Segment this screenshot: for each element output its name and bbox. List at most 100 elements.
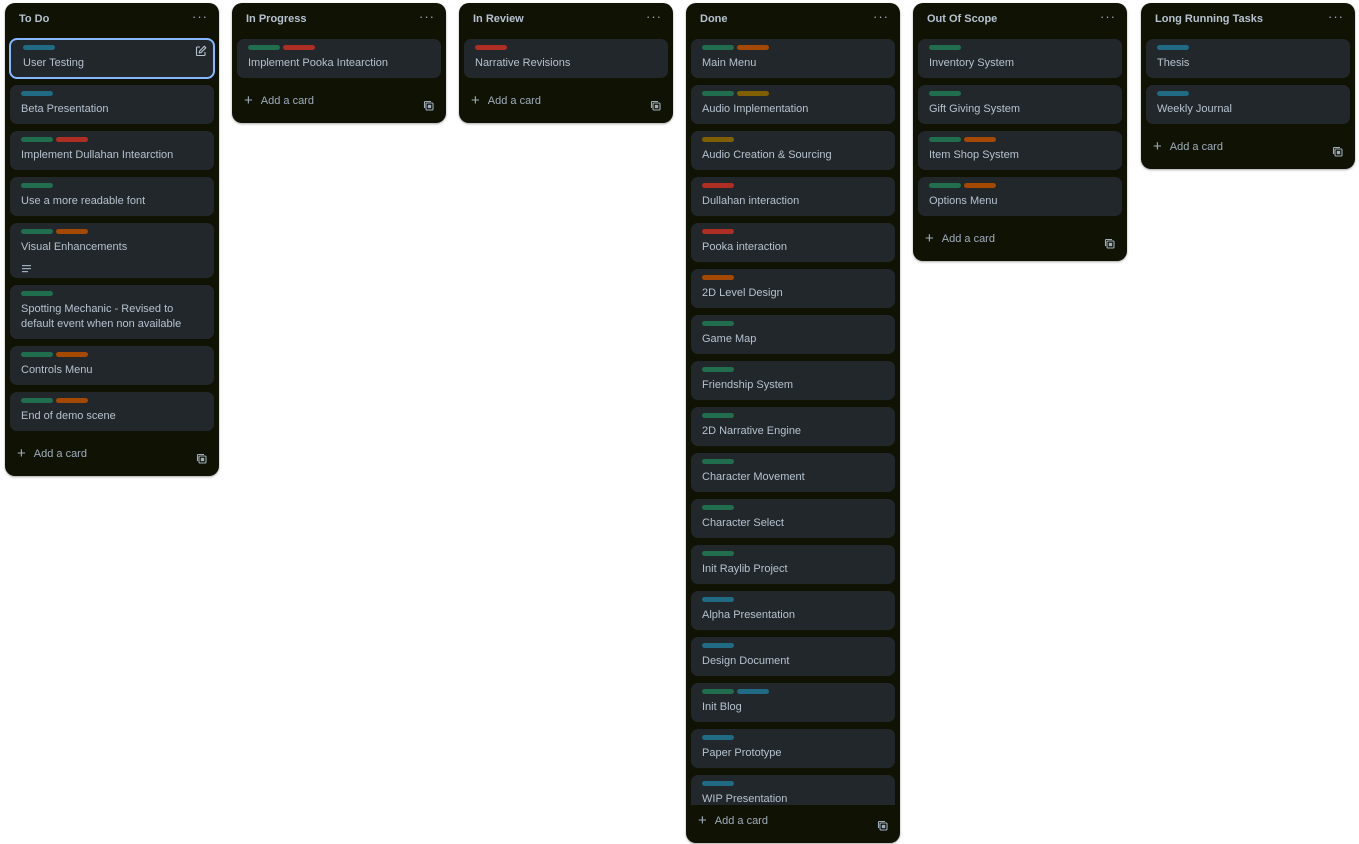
card-implement-pooka-intearction[interactable]: Implement Pooka Intearction [237, 39, 441, 78]
card-beta-presentation[interactable]: Beta Presentation [10, 85, 214, 124]
label-green[interactable] [702, 689, 734, 694]
card-2d-narrative-engine[interactable]: 2D Narrative Engine [691, 407, 895, 446]
edit-icon[interactable] [195, 44, 207, 57]
card-use-a-more-readable-font[interactable]: Use a more readable font [10, 177, 214, 216]
card-main-menu[interactable]: Main Menu [691, 39, 895, 78]
card-controls-menu[interactable]: Controls Menu [10, 346, 214, 385]
card-visual-enhancements[interactable]: Visual Enhancements [10, 223, 214, 278]
card-alpha-presentation[interactable]: Alpha Presentation [691, 591, 895, 630]
card-audio-implementation[interactable]: Audio Implementation [691, 85, 895, 124]
card-thesis[interactable]: Thesis [1146, 39, 1350, 78]
create-from-template-icon[interactable] [877, 818, 888, 831]
label-orange[interactable] [56, 398, 88, 403]
label-green[interactable] [929, 91, 961, 96]
label-red[interactable] [475, 45, 507, 50]
add-card-button[interactable]: + Add a card [244, 93, 314, 108]
card-friendship-system[interactable]: Friendship System [691, 361, 895, 400]
label-blue[interactable] [702, 735, 734, 740]
label-blue[interactable] [23, 45, 55, 50]
label-green[interactable] [702, 413, 734, 418]
card-wip-presentation[interactable]: WIP Presentation [691, 775, 895, 805]
label-green[interactable] [21, 291, 53, 296]
card-init-blog[interactable]: Init Blog [691, 683, 895, 722]
create-from-template-icon[interactable] [423, 98, 434, 111]
add-card-button[interactable]: + Add a card [925, 231, 995, 246]
list-menu-icon[interactable]: ··· [1328, 8, 1344, 26]
label-green[interactable] [702, 91, 734, 96]
list-title[interactable]: In Review [473, 13, 524, 25]
label-red[interactable] [56, 137, 88, 142]
add-card-button[interactable]: + Add a card [1153, 139, 1223, 154]
label-green[interactable] [929, 45, 961, 50]
list-menu-icon[interactable]: ··· [419, 8, 435, 26]
card-spotting-mechanic-revised-to-default-event-when-non-available[interactable]: Spotting Mechanic - Revised to default e… [10, 285, 214, 339]
card-options-menu[interactable]: Options Menu [918, 177, 1122, 216]
add-card-button[interactable]: + Add a card [17, 446, 87, 461]
label-green[interactable] [21, 352, 53, 357]
label-green[interactable] [248, 45, 280, 50]
label-green[interactable] [702, 367, 734, 372]
label-blue[interactable] [1157, 45, 1189, 50]
label-blue[interactable] [702, 781, 734, 786]
create-from-template-icon[interactable] [196, 451, 207, 464]
label-green[interactable] [702, 45, 734, 50]
label-green[interactable] [21, 183, 53, 188]
label-green[interactable] [21, 137, 53, 142]
list-menu-icon[interactable]: ··· [1100, 8, 1116, 26]
card-dullahan-interaction[interactable]: Dullahan interaction [691, 177, 895, 216]
label-yellow[interactable] [702, 137, 734, 142]
list-title[interactable]: In Progress [246, 13, 307, 25]
list-title[interactable]: Long Running Tasks [1155, 13, 1263, 25]
add-card-button[interactable]: + Add a card [471, 93, 541, 108]
label-blue[interactable] [1157, 91, 1189, 96]
card-audio-creation-sourcing[interactable]: Audio Creation & Sourcing [691, 131, 895, 170]
card-2d-level-design[interactable]: 2D Level Design [691, 269, 895, 308]
label-red[interactable] [283, 45, 315, 50]
list-menu-icon[interactable]: ··· [873, 8, 889, 26]
add-card-button[interactable]: + Add a card [698, 813, 768, 828]
card-weekly-journal[interactable]: Weekly Journal [1146, 85, 1350, 124]
label-green[interactable] [929, 183, 961, 188]
label-orange[interactable] [56, 352, 88, 357]
label-green[interactable] [702, 321, 734, 326]
label-green[interactable] [702, 551, 734, 556]
label-red[interactable] [702, 229, 734, 234]
label-red[interactable] [702, 183, 734, 188]
card-design-document[interactable]: Design Document [691, 637, 895, 676]
card-item-shop-system[interactable]: Item Shop System [918, 131, 1122, 170]
card-init-raylib-project[interactable]: Init Raylib Project [691, 545, 895, 584]
label-blue[interactable] [737, 689, 769, 694]
list-menu-icon[interactable]: ··· [192, 8, 208, 26]
card-user-testing[interactable]: User Testing [9, 38, 215, 79]
card-gift-giving-system[interactable]: Gift Giving System [918, 85, 1122, 124]
card-implement-dullahan-intearction[interactable]: Implement Dullahan Intearction [10, 131, 214, 170]
label-orange[interactable] [702, 275, 734, 280]
card-pooka-interaction[interactable]: Pooka interaction [691, 223, 895, 262]
list-title[interactable]: Done [700, 13, 728, 25]
create-from-template-icon[interactable] [650, 98, 661, 111]
label-green[interactable] [702, 459, 734, 464]
create-from-template-icon[interactable] [1332, 144, 1343, 157]
label-yellow[interactable] [737, 91, 769, 96]
label-blue[interactable] [21, 91, 53, 96]
create-from-template-icon[interactable] [1104, 236, 1115, 249]
label-green[interactable] [21, 229, 53, 234]
label-orange[interactable] [56, 229, 88, 234]
card-narrative-revisions[interactable]: Narrative Revisions [464, 39, 668, 78]
label-green[interactable] [929, 137, 961, 142]
list-title[interactable]: Out Of Scope [927, 13, 997, 25]
list-menu-icon[interactable]: ··· [646, 8, 662, 26]
label-blue[interactable] [702, 597, 734, 602]
card-game-map[interactable]: Game Map [691, 315, 895, 354]
list-title[interactable]: To Do [19, 13, 49, 25]
card-character-movement[interactable]: Character Movement [691, 453, 895, 492]
label-green[interactable] [21, 398, 53, 403]
card-character-select[interactable]: Character Select [691, 499, 895, 538]
card-inventory-system[interactable]: Inventory System [918, 39, 1122, 78]
label-blue[interactable] [702, 643, 734, 648]
label-orange[interactable] [964, 183, 996, 188]
label-orange[interactable] [964, 137, 996, 142]
card-end-of-demo-scene[interactable]: End of demo scene [10, 392, 214, 431]
label-orange[interactable] [737, 45, 769, 50]
card-paper-prototype[interactable]: Paper Prototype [691, 729, 895, 768]
